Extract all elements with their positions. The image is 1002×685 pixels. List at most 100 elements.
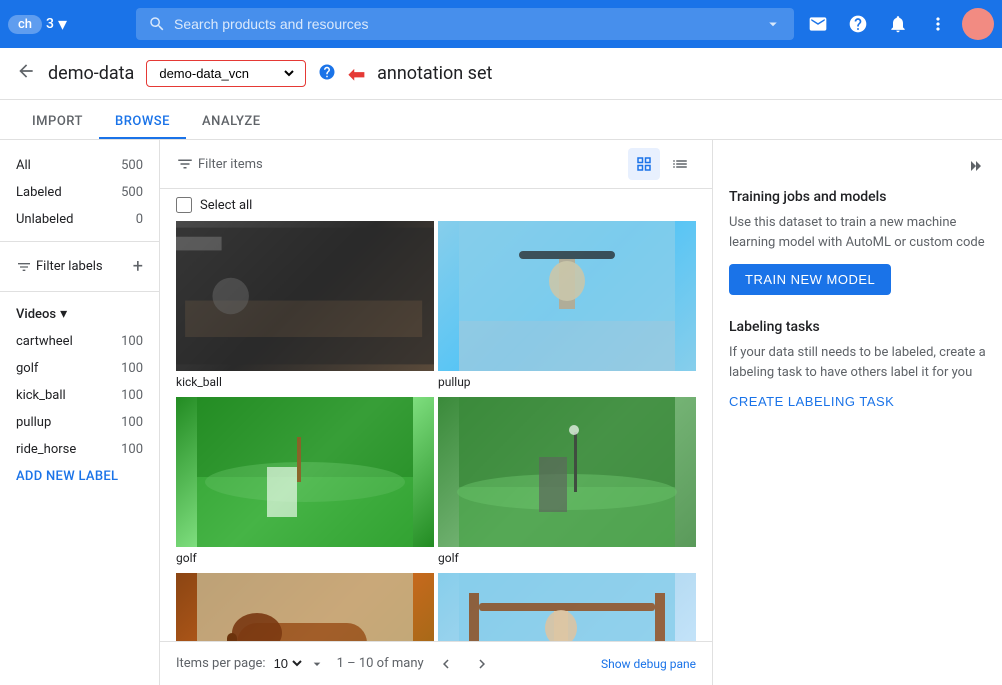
- chevron-left-icon: [437, 655, 455, 673]
- train-new-model-button[interactable]: TRAIN NEW MODEL: [729, 264, 891, 295]
- video-label: kick_ball: [176, 371, 434, 393]
- right-panel: Training jobs and models Use this datase…: [712, 140, 1002, 685]
- videos-dropdown-icon: ▾: [60, 306, 67, 322]
- video-thumb-golf2[interactable]: [438, 397, 696, 547]
- cartwheel-count: 100: [121, 334, 143, 349]
- items-per-page-label: Items per page:: [176, 656, 266, 671]
- list-icon: [671, 155, 689, 173]
- video-label: golf: [176, 547, 434, 569]
- notification-icon[interactable]: [882, 8, 914, 40]
- select-all-checkbox[interactable]: [176, 197, 192, 213]
- content-area: Filter items Select all: [160, 140, 712, 685]
- list-item: kick_ball: [176, 221, 434, 393]
- items-per-page-select[interactable]: 10 25 50: [270, 655, 305, 672]
- page-title: demo-data: [48, 63, 134, 84]
- sidebar-divider: [0, 241, 159, 242]
- main: All 500 Labeled 500 Unlabeled 0 Filter l…: [0, 140, 1002, 685]
- topbar-right: [802, 8, 994, 40]
- sidebar: All 500 Labeled 500 Unlabeled 0 Filter l…: [0, 140, 160, 685]
- sidebar-item-golf[interactable]: golf 100: [0, 355, 159, 382]
- golf-count: 100: [121, 361, 143, 376]
- sidebar-item-pullup[interactable]: pullup 100: [0, 409, 159, 436]
- training-section: Training jobs and models Use this datase…: [729, 189, 986, 295]
- labeling-title: Labeling tasks: [729, 319, 986, 335]
- pullup-count: 100: [121, 415, 143, 430]
- filter-labels-row[interactable]: Filter labels +: [0, 250, 159, 283]
- arrow-icon: ⬅: [348, 62, 365, 86]
- search-bar[interactable]: [136, 8, 794, 40]
- labeling-text: If your data still needs to be labeled, …: [729, 343, 986, 382]
- all-count: 500: [121, 158, 143, 173]
- items-dropdown-icon: [309, 656, 325, 672]
- sidebar-item-cartwheel[interactable]: cartwheel 100: [0, 328, 159, 355]
- kick-ball-count: 100: [121, 388, 143, 403]
- tab-browse[interactable]: BROWSE: [99, 106, 186, 139]
- sidebar-item-labeled[interactable]: Labeled 500: [0, 179, 159, 206]
- annotation-dropdown[interactable]: demo-data_vcn: [146, 60, 306, 87]
- pagination-range: 1 – 10 of many: [337, 656, 424, 671]
- filter-icon: [16, 259, 32, 275]
- search-icon: [148, 15, 166, 33]
- select-all-row: Select all: [160, 189, 712, 221]
- content-toolbar: Filter items: [160, 140, 712, 189]
- pagination-prev-button[interactable]: [432, 650, 460, 678]
- ridehorse-thumb-art: [176, 573, 434, 641]
- chevron-right-double-icon: [966, 156, 986, 176]
- list-item: ride_horse: [176, 573, 434, 641]
- create-labeling-task-button[interactable]: CREATE LABELING TASK: [729, 394, 894, 409]
- filter-items-label: Filter items: [198, 157, 263, 172]
- video-thumb-golf1[interactable]: [176, 397, 434, 547]
- tab-import[interactable]: IMPORT: [16, 106, 99, 139]
- unlabeled-count: 0: [136, 212, 143, 227]
- list-item: pullup: [438, 221, 696, 393]
- videos-label: Videos: [16, 307, 56, 322]
- ride-horse-label: ride_horse: [16, 442, 76, 457]
- video-thumb-pullup2[interactable]: [438, 573, 696, 641]
- list-view-button[interactable]: [664, 148, 696, 180]
- more-icon[interactable]: [922, 8, 954, 40]
- search-dropdown-icon[interactable]: [764, 15, 782, 33]
- back-button[interactable]: [16, 61, 36, 86]
- videos-header[interactable]: Videos ▾: [0, 300, 159, 328]
- page-header: demo-data demo-data_vcn ⬅ annotation set: [0, 48, 1002, 100]
- chip-number: 3: [46, 16, 54, 32]
- ride-horse-count: 100: [121, 442, 143, 457]
- avatar[interactable]: [962, 8, 994, 40]
- golf-label: golf: [16, 361, 38, 376]
- add-new-label-button[interactable]: ADD NEW LABEL: [0, 463, 159, 490]
- golf2-thumb-art: [438, 397, 696, 547]
- select-all-label: Select all: [200, 198, 252, 213]
- video-thumb-pullup1[interactable]: [438, 221, 696, 371]
- sidebar-divider2: [0, 291, 159, 292]
- sidebar-item-ride-horse[interactable]: ride_horse 100: [0, 436, 159, 463]
- pullup-label: pullup: [16, 415, 51, 430]
- annotation-help-icon[interactable]: [318, 63, 336, 85]
- add-filter-icon[interactable]: +: [133, 256, 143, 277]
- annotation-set-label: annotation set: [377, 63, 492, 84]
- pagination-next-button[interactable]: [468, 650, 496, 678]
- email-icon[interactable]: [802, 8, 834, 40]
- help-icon[interactable]: [842, 8, 874, 40]
- grid-view-button[interactable]: [628, 148, 660, 180]
- filter-labels-label: Filter labels: [36, 259, 103, 274]
- sidebar-item-all[interactable]: All 500: [0, 152, 159, 179]
- annotation-select[interactable]: demo-data_vcn: [155, 65, 297, 82]
- chip-dropdown-icon[interactable]: ▾: [58, 14, 67, 35]
- app-chip[interactable]: ch: [8, 15, 42, 34]
- search-input[interactable]: [174, 16, 756, 32]
- labeled-count: 500: [121, 185, 143, 200]
- collapse-panel-button[interactable]: [966, 156, 986, 181]
- cartwheel-label: cartwheel: [16, 334, 73, 349]
- filter-items-button[interactable]: Filter items: [176, 155, 263, 173]
- tab-analyze[interactable]: ANALYZE: [186, 106, 277, 139]
- sidebar-item-kick-ball[interactable]: kick_ball 100: [0, 382, 159, 409]
- debug-pane-link[interactable]: Show debug pane: [601, 657, 696, 671]
- chevron-right-icon: [473, 655, 491, 673]
- unlabeled-label: Unlabeled: [16, 212, 73, 227]
- video-thumb-ridehorse[interactable]: [176, 573, 434, 641]
- sidebar-item-unlabeled[interactable]: Unlabeled 0: [0, 206, 159, 233]
- pullup2-thumb-art: [438, 573, 696, 641]
- subnav: IMPORT BROWSE ANALYZE: [0, 100, 1002, 140]
- video-label: pullup: [438, 371, 696, 393]
- video-thumb-kickball[interactable]: [176, 221, 434, 371]
